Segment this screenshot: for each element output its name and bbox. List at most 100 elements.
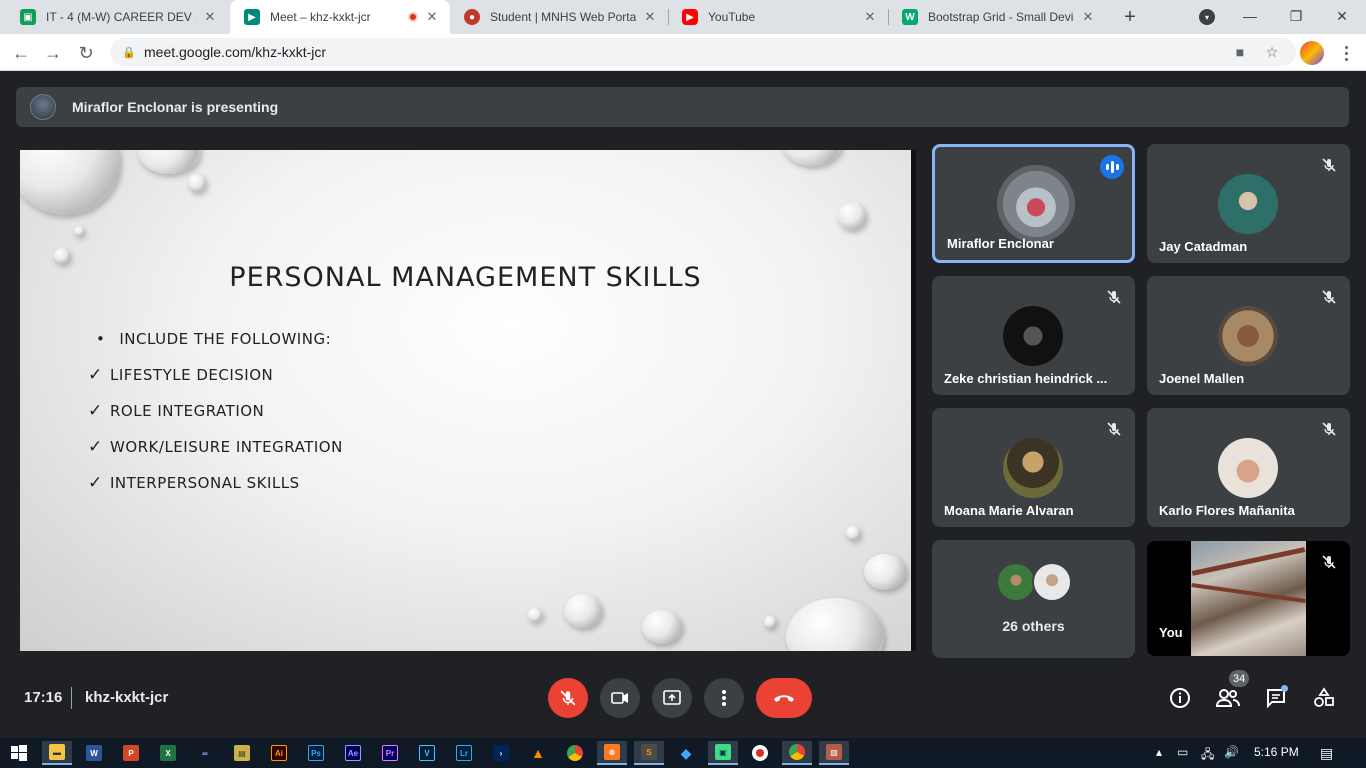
meeting-details-button[interactable] <box>1166 684 1194 712</box>
forward-icon[interactable]: → <box>40 40 66 66</box>
self-camera-feed <box>1191 541 1306 656</box>
show-hidden-icons-icon[interactable]: ▴ <box>1156 745 1162 759</box>
excel-icon[interactable]: X <box>153 741 183 765</box>
tab-title: Student | MNHS Web Portal <box>490 10 636 24</box>
lightroom-icon[interactable]: Lr <box>449 741 479 765</box>
water-drop-decoration <box>864 554 906 590</box>
participant-tile[interactable]: Moana Marie Alvaran <box>932 408 1135 527</box>
participant-name: Karlo Flores Mañanita <box>1159 503 1295 518</box>
participant-tile[interactable]: Zeke christian heindrick ... <box>932 276 1135 395</box>
powerpoint-icon[interactable]: P <box>116 741 146 765</box>
show-everyone-button[interactable] <box>1214 684 1242 712</box>
volume-icon[interactable]: 🔊 <box>1224 745 1239 759</box>
activities-button[interactable] <box>1310 684 1338 712</box>
water-drop-decoration <box>564 594 602 628</box>
restore-window-icon[interactable]: ❐ <box>1284 6 1308 26</box>
notifications-icon[interactable]: ▤ <box>1320 745 1333 762</box>
self-view-tile[interactable]: You <box>1147 541 1350 656</box>
checkmark-icon: ✓ <box>88 437 103 457</box>
back-icon[interactable]: ← <box>8 40 34 66</box>
toggle-microphone-button[interactable] <box>548 678 588 718</box>
speaking-indicator-icon <box>1100 155 1124 179</box>
sublime-text-icon[interactable]: S <box>634 741 664 765</box>
powershell-icon[interactable]: › <box>486 741 516 765</box>
slide-check-item: ✓ LIFESTYLE DECISION <box>88 365 273 385</box>
water-drop-decoration <box>642 610 682 644</box>
url-path: /khz-kxkt-jcr <box>251 44 327 60</box>
vlc-icon[interactable]: ▲ <box>523 741 553 765</box>
meeting-time: 17:16 <box>24 689 63 706</box>
mic-off-icon <box>1103 418 1125 440</box>
leave-call-button[interactable] <box>756 678 812 718</box>
tab-meet[interactable]: ▶ Meet – khz-kxkt-jcr ✕ <box>230 0 450 34</box>
windows-start-icon[interactable] <box>4 741 34 765</box>
xampp-icon[interactable]: ▤ <box>227 741 257 765</box>
participant-tile[interactable]: Miraflor Enclonar <box>932 144 1135 263</box>
close-tab-icon[interactable]: ✕ <box>202 9 218 25</box>
participant-avatar <box>1218 438 1278 498</box>
water-drop-decoration <box>138 150 200 174</box>
close-tab-icon[interactable]: ✕ <box>862 9 878 25</box>
slide-check-item: ✓ INTERPERSONAL SKILLS <box>88 473 300 493</box>
tab-search-icon[interactable]: ▾ <box>1199 9 1215 25</box>
after-effects-icon[interactable]: Ae <box>338 741 368 765</box>
more-options-button[interactable] <box>704 678 744 718</box>
address-bar[interactable]: 🔒 meet.google.com/khz-kxkt-jcr <box>110 38 1296 66</box>
battery-icon[interactable]: ▭ <box>1177 745 1188 759</box>
toggle-camera-button[interactable] <box>600 678 640 718</box>
chrome-icon[interactable] <box>560 741 590 765</box>
check-item-text: ROLE INTEGRATION <box>110 402 265 420</box>
close-tab-icon[interactable]: ✕ <box>424 9 440 25</box>
more-vert-icon <box>722 690 726 706</box>
participant-tile[interactable]: Joenel Mallen <box>1147 276 1350 395</box>
water-drop-decoration <box>786 598 884 651</box>
android-studio-icon[interactable]: ▣ <box>708 741 738 765</box>
file-explorer-icon[interactable]: ▬ <box>42 741 72 765</box>
xampp-control-icon[interactable]: ⊗ <box>597 741 627 765</box>
recording-indicator-icon <box>408 12 418 22</box>
new-tab-button[interactable]: + <box>1118 5 1142 29</box>
mic-off-icon <box>1318 418 1340 440</box>
bookmark-star-icon[interactable]: ☆ <box>1260 40 1284 64</box>
water-drop-decoration <box>764 616 776 628</box>
present-screen-icon <box>663 690 681 705</box>
reload-icon[interactable]: ↻ <box>73 40 99 66</box>
obs-icon[interactable] <box>745 741 775 765</box>
participant-name: Jay Catadman <box>1159 239 1248 254</box>
tab-bootstrap-grid[interactable]: W Bootstrap Grid - Small Device ✕ <box>888 0 1106 34</box>
vscode-icon[interactable]: ◆ <box>671 741 701 765</box>
word-icon[interactable]: W <box>79 741 109 765</box>
premiere-icon[interactable]: Pr <box>375 741 405 765</box>
ceiling-beam-decoration <box>1191 547 1306 576</box>
check-item-text: WORK/LEISURE INTEGRATION <box>110 438 343 456</box>
present-now-button[interactable] <box>652 678 692 718</box>
close-window-icon[interactable]: ✕ <box>1330 6 1354 26</box>
tab-youtube[interactable]: ▶ YouTube ✕ <box>668 0 888 34</box>
close-tab-icon[interactable]: ✕ <box>1080 9 1096 25</box>
tab-mnhs-portal[interactable]: ● Student | MNHS Web Portal ✕ <box>450 0 668 34</box>
others-tile[interactable]: 26 others <box>932 540 1135 658</box>
participant-tile[interactable]: Karlo Flores Mañanita <box>1147 408 1350 527</box>
taskbar-clock[interactable]: 5:16 PM <box>1254 745 1299 759</box>
visio-icon[interactable]: V <box>412 741 442 765</box>
url-host: meet.google.com <box>144 44 252 60</box>
people-icon <box>1215 689 1240 707</box>
slide-bullet: • INCLUDE THE FOLLOWING: <box>96 330 332 348</box>
network-icon[interactable]: 🖧 <box>1201 745 1214 766</box>
photoshop-icon[interactable]: Ps <box>301 741 331 765</box>
profile-avatar[interactable] <box>1300 41 1324 65</box>
photo-viewer-icon[interactable]: ▨ <box>819 741 849 765</box>
minimize-window-icon[interactable]: — <box>1238 6 1262 26</box>
camera-in-use-icon[interactable]: ■ <box>1228 40 1252 64</box>
w3schools-icon: W <box>902 9 918 25</box>
illustrator-icon[interactable]: Ai <box>264 741 294 765</box>
tab-classroom[interactable]: ▣ IT - 4 (M-W) CAREER DEV (4( ✕ <box>6 0 228 34</box>
link-app-icon[interactable]: ∞ <box>190 741 220 765</box>
chrome-active-icon[interactable] <box>782 741 812 765</box>
close-tab-icon[interactable]: ✕ <box>642 9 658 25</box>
participant-count-badge: 34 <box>1229 670 1250 687</box>
unread-indicator <box>1281 685 1288 692</box>
browser-menu-icon[interactable] <box>1336 42 1356 64</box>
participant-tile[interactable]: Jay Catadman <box>1147 144 1350 263</box>
participant-avatar <box>996 562 1036 602</box>
